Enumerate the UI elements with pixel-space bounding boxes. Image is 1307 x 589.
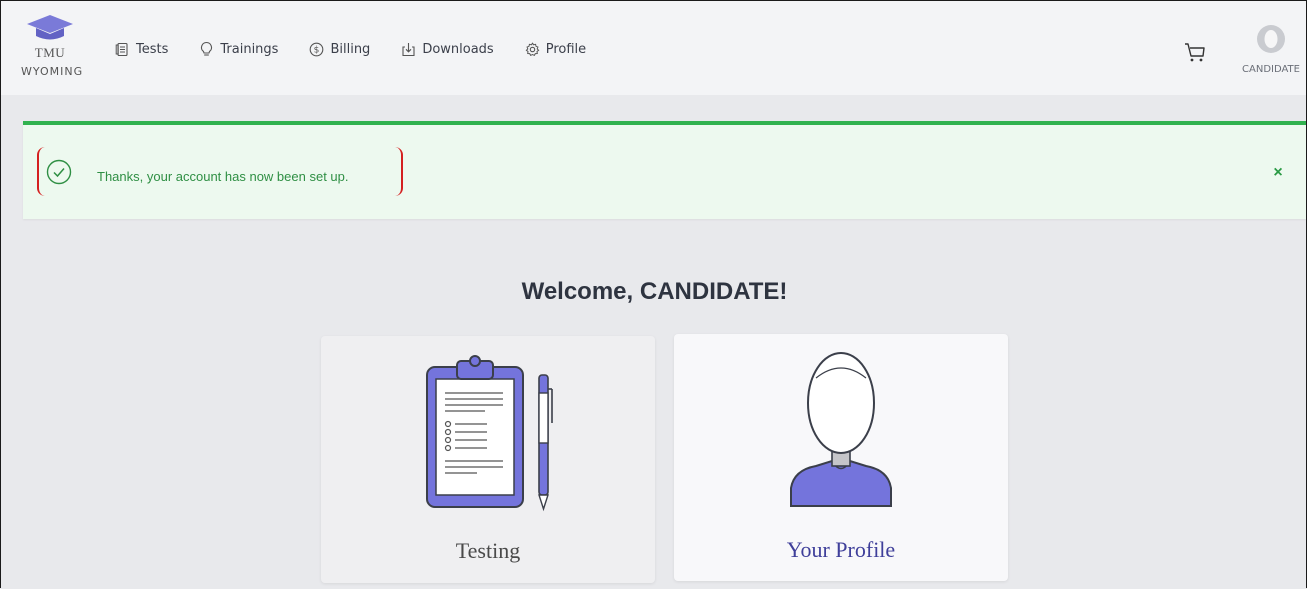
cart-icon [1185, 43, 1205, 62]
testing-card[interactable]: Testing [321, 336, 655, 583]
check-circle-icon [46, 159, 72, 185]
svg-text:$: $ [314, 45, 320, 55]
app-frame: TMU WYOMING Tests Trainings $ Billing Do… [0, 0, 1307, 588]
profile-card[interactable]: Your Profile [674, 334, 1008, 581]
nav-billing-label: Billing [330, 41, 371, 57]
dollar-icon: $ [310, 42, 324, 56]
logo[interactable]: TMU WYOMING [19, 13, 91, 83]
nav-trainings[interactable]: Trainings [199, 41, 278, 57]
alert-close-button[interactable]: × [1268, 163, 1288, 183]
user-menu[interactable]: CANDIDATE [1237, 25, 1305, 75]
alert-message: Thanks, your account has now been set up… [97, 169, 349, 184]
profile-card-label: Your Profile [786, 537, 896, 562]
success-alert: Thanks, your account has now been set up… [23, 121, 1306, 219]
welcome-title: Welcome, CANDIDATE! [521, 278, 788, 305]
user-name: CANDIDATE [1242, 64, 1300, 75]
main-nav: Tests Trainings $ Billing Downloads Prof… [115, 41, 617, 57]
top-navbar: TMU WYOMING Tests Trainings $ Billing Do… [1, 1, 1306, 95]
download-icon [402, 42, 415, 56]
person-icon [790, 352, 892, 507]
testing-card-label: Testing [455, 538, 521, 563]
nav-downloads-label: Downloads [422, 41, 494, 57]
nav-tests-label: Tests [136, 41, 169, 57]
nav-billing[interactable]: $ Billing [309, 41, 370, 57]
lightbulb-icon [201, 41, 213, 56]
nav-tests[interactable]: Tests [115, 41, 168, 57]
nav-trainings-label: Trainings [220, 41, 279, 57]
avatar [1257, 25, 1285, 53]
nav-profile-label: Profile [545, 41, 587, 57]
logo-text-tmu: TMU [34, 45, 66, 60]
logo-text-state: WYOMING [21, 65, 84, 78]
tests-icon [115, 42, 128, 56]
clipboard-icon [426, 355, 553, 512]
gear-icon [525, 41, 540, 56]
cart-button[interactable] [1184, 41, 1206, 68]
nav-profile[interactable]: Profile [525, 41, 586, 57]
nav-downloads[interactable]: Downloads [401, 41, 494, 57]
graduation-cap-icon [27, 15, 73, 40]
user-avatar-icon [1264, 30, 1278, 48]
